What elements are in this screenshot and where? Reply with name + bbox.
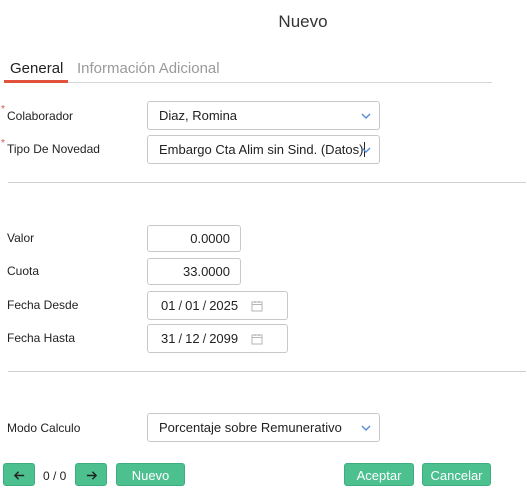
year-field[interactable]: 2025 [209, 298, 238, 313]
fecha-hasta-label: Fecha Hasta [7, 331, 76, 345]
arrow-right-icon [86, 471, 97, 480]
month-field[interactable]: 01 [185, 298, 199, 313]
tabs-divider [4, 82, 492, 83]
required-marker: * [1, 104, 5, 115]
valor-input[interactable]: 0.0000 [147, 225, 241, 252]
calendar-icon[interactable] [251, 300, 263, 312]
chevron-down-icon [361, 425, 371, 432]
arrow-left-icon [13, 471, 24, 480]
previous-button[interactable] [3, 463, 35, 486]
day-field[interactable]: 31 [161, 331, 175, 346]
fecha-desde-label: Fecha Desde [7, 298, 79, 312]
section-divider [8, 371, 526, 372]
month-field[interactable]: 12 [185, 331, 199, 346]
tab-general[interactable]: General [10, 60, 63, 77]
section-divider [8, 182, 526, 183]
colaborador-value: Diaz, Romina [159, 108, 238, 123]
calendar-icon[interactable] [251, 333, 263, 345]
cuota-input[interactable]: 33.0000 [147, 258, 241, 285]
modo-calculo-value: Porcentaje sobre Remunerativo [159, 420, 342, 435]
dialog-title: Nuevo [278, 12, 328, 31]
valor-label: Valor [7, 231, 35, 245]
day-field[interactable]: 01 [161, 298, 175, 313]
nuevo-button[interactable]: Nuevo [116, 463, 185, 486]
year-field[interactable]: 2099 [209, 331, 238, 346]
next-button[interactable] [75, 463, 107, 486]
active-tab-indicator [4, 80, 68, 83]
fecha-desde-input[interactable]: 01/01/2025 [147, 291, 288, 320]
pager-text: 0 / 0 [43, 469, 67, 483]
colaborador-select[interactable]: Diaz, Romina [147, 101, 380, 130]
chevron-down-icon [361, 147, 371, 154]
tipo-novedad-select[interactable]: Embargo Cta Alim sin Sind. (Datos) [147, 135, 380, 164]
aceptar-button[interactable]: Aceptar [344, 463, 414, 486]
tab-informacion-adicional[interactable]: Información Adicional [77, 60, 220, 77]
cuota-label: Cuota [7, 264, 40, 278]
required-marker: * [1, 138, 5, 149]
fecha-hasta-input[interactable]: 31/12/2099 [147, 324, 288, 353]
chevron-down-icon [361, 113, 371, 120]
modo-calculo-label: Modo Calculo [7, 421, 81, 435]
modo-calculo-select[interactable]: Porcentaje sobre Remunerativo [147, 413, 380, 442]
tipo-novedad-label: Tipo De Novedad [7, 142, 100, 156]
cancelar-button[interactable]: Cancelar [422, 463, 491, 486]
tipo-novedad-value: Embargo Cta Alim sin Sind. (Datos) [159, 142, 364, 157]
colaborador-label: Colaborador [7, 109, 74, 123]
